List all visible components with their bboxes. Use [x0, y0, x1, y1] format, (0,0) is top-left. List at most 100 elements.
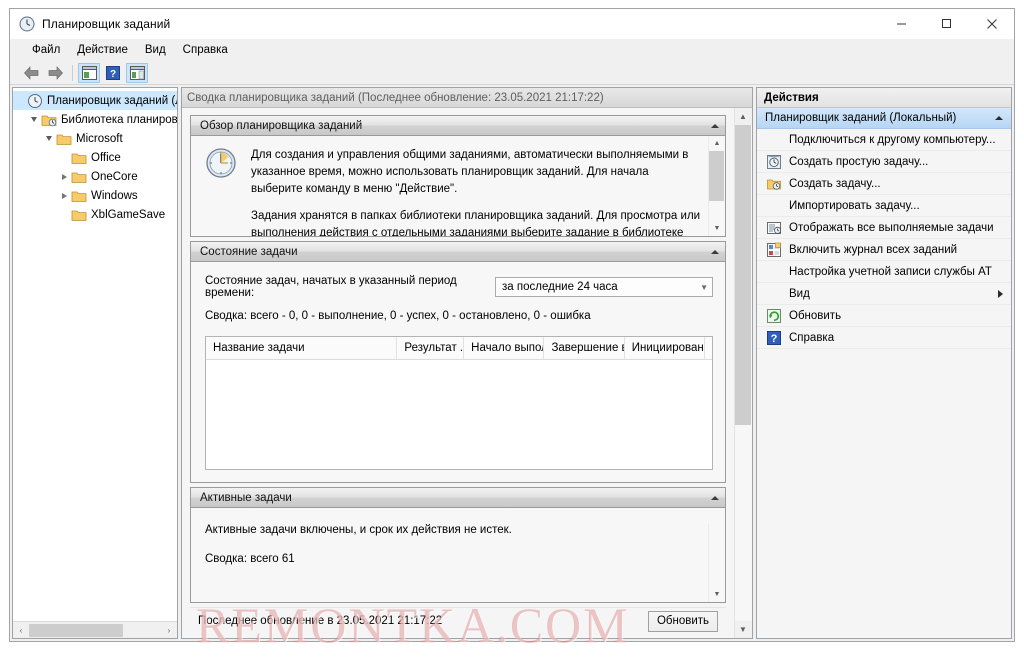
tree-expander-closed[interactable] — [57, 174, 71, 180]
active-tasks-scrollbar[interactable]: ▼ — [708, 524, 725, 602]
overview-scrollbar[interactable]: ▲ ▼ — [708, 136, 725, 236]
section-task-status-header[interactable]: Состояние задачи — [191, 242, 725, 262]
period-value: за последние 24 часа — [502, 281, 618, 293]
scroll-down-icon[interactable]: ▼ — [735, 621, 751, 638]
action-label: Включить журнал всех заданий — [789, 244, 957, 256]
column-header-spacer[interactable] — [705, 337, 712, 359]
scroll-down-icon[interactable]: ▼ — [709, 221, 725, 236]
section-overview-header[interactable]: Обзор планировщика заданий — [191, 116, 725, 136]
action-create-basic-task[interactable]: Создать простую задачу... — [757, 151, 1011, 173]
svg-text:?: ? — [110, 69, 116, 80]
main-pane-footer: Последнее обновление в 23.05.2021 21:17:… — [190, 607, 726, 634]
tree-item-label: Microsoft — [76, 133, 123, 145]
scroll-thumb[interactable] — [709, 151, 724, 201]
action-enable-all-tasks-history[interactable]: Включить журнал всех заданий — [757, 239, 1011, 261]
tree-expander-open[interactable] — [27, 117, 41, 122]
menu-view[interactable]: Вид — [137, 42, 175, 58]
console-tree-pane: Планировщик заданий (Лок Библиотека план… — [12, 87, 178, 639]
overview-paragraph-2: Задания хранятся в папках библиотеки пла… — [251, 208, 702, 236]
back-icon[interactable] — [20, 63, 42, 83]
section-title: Обзор планировщика заданий — [200, 120, 362, 132]
scroll-thumb[interactable] — [735, 125, 751, 425]
main-pane-content: Обзор планировщика заданий — [182, 108, 734, 638]
main-results-pane: Сводка планировщика заданий (Последнее о… — [181, 87, 753, 639]
column-header-start-time[interactable]: Начало выпол.. — [464, 337, 544, 359]
section-active-tasks-header[interactable]: Активные задачи — [191, 488, 725, 508]
scroll-up-icon[interactable]: ▲ — [709, 136, 725, 151]
chevron-up-icon[interactable] — [711, 124, 719, 128]
show-console-tree-icon[interactable] — [78, 63, 100, 83]
folder-icon — [71, 169, 87, 185]
column-header-end-time[interactable]: Завершение в.. — [544, 337, 624, 359]
folder-icon — [71, 207, 87, 223]
action-at-service-account-configuration[interactable]: Настройка учетной записи службы AT — [757, 261, 1011, 283]
task-scheduler-window: Планировщик заданий Файл Действие Вид Сп… — [9, 8, 1015, 642]
main-pane-scrollbar[interactable]: ▲ ▼ — [734, 108, 752, 638]
section-task-status: Состояние задачи Состояние задач, начаты… — [190, 241, 726, 483]
window-title: Планировщик заданий — [42, 17, 170, 31]
task-results-table[interactable]: Название задачи Результат .. Начало выпо… — [205, 336, 713, 470]
tree-expander-closed[interactable] — [57, 193, 71, 199]
scroll-thumb[interactable] — [29, 624, 123, 637]
clock-icon — [205, 147, 237, 179]
action-label: Создать задачу... — [789, 178, 881, 190]
tree-item-onecore[interactable]: OneCore — [13, 167, 177, 186]
tree-item-label: Библиотека планировщи — [61, 114, 177, 126]
scroll-up-icon[interactable]: ▲ — [735, 108, 751, 125]
scroll-track[interactable] — [709, 151, 725, 221]
tree-expander-open[interactable] — [42, 136, 56, 141]
action-view[interactable]: Вид — [757, 283, 1011, 305]
action-label: Импортировать задачу... — [789, 200, 920, 212]
refresh-button[interactable]: Обновить — [648, 611, 718, 632]
minimize-button[interactable] — [879, 9, 924, 38]
tree-item-microsoft[interactable]: Microsoft — [13, 129, 177, 148]
window-controls — [879, 9, 1014, 39]
menu-help[interactable]: Справка — [175, 42, 237, 58]
action-refresh[interactable]: Обновить — [757, 305, 1011, 327]
period-select[interactable]: за последние 24 часа ▼ — [495, 277, 713, 297]
show-action-pane-icon[interactable] — [126, 63, 148, 83]
toolbar: ? — [10, 61, 1014, 85]
section-overview: Обзор планировщика заданий — [190, 115, 726, 237]
tree-item-xblgamesave[interactable]: XblGameSave — [13, 205, 177, 224]
scroll-down-icon[interactable]: ▼ — [709, 587, 725, 602]
chevron-right-icon[interactable] — [998, 290, 1003, 298]
section-title: Активные задачи — [200, 492, 292, 504]
forward-icon[interactable] — [44, 63, 66, 83]
scroll-left-icon[interactable]: ‹ — [13, 623, 29, 638]
last-update-text: Последнее обновление в 23.05.2021 21:17:… — [198, 615, 442, 627]
tree-horizontal-scrollbar[interactable]: ‹ › — [13, 621, 177, 638]
tree-item-library[interactable]: Библиотека планировщи — [13, 110, 177, 129]
tree-item-office[interactable]: Office — [13, 148, 177, 167]
column-header-task-name[interactable]: Название задачи — [206, 337, 397, 359]
column-header-triggered-by[interactable]: Инициировано — [625, 337, 705, 359]
close-button[interactable] — [969, 9, 1014, 38]
action-display-all-running-tasks[interactable]: Отображать все выполняемые задачи — [757, 217, 1011, 239]
action-connect-to-another-computer[interactable]: Подключиться к другому компьютеру... — [757, 129, 1011, 151]
chevron-up-icon[interactable] — [995, 116, 1003, 120]
scroll-right-icon[interactable]: › — [161, 623, 177, 638]
chevron-up-icon[interactable] — [711, 250, 719, 254]
scroll-track[interactable] — [709, 524, 725, 587]
menu-file[interactable]: Файл — [24, 42, 69, 58]
maximize-button[interactable] — [924, 9, 969, 38]
tree-item-windows[interactable]: Windows — [13, 186, 177, 205]
scroll-track[interactable] — [29, 623, 161, 638]
tree-item-scheduler-root[interactable]: Планировщик заданий (Лок — [13, 91, 177, 110]
menu-action[interactable]: Действие — [69, 42, 137, 58]
scroll-track[interactable] — [735, 125, 752, 621]
action-create-task[interactable]: Создать задачу... — [757, 173, 1011, 195]
section-active-tasks: Активные задачи Активные задачи включены… — [190, 487, 726, 603]
action-label: Справка — [789, 332, 834, 344]
chevron-up-icon[interactable] — [711, 496, 719, 500]
actions-pane-title: Действия — [757, 88, 1011, 108]
action-help[interactable]: ? Справка — [757, 327, 1011, 349]
action-label: Подключиться к другому компьютеру... — [789, 134, 996, 146]
column-header-result[interactable]: Результат .. — [397, 337, 464, 359]
actions-group-header[interactable]: Планировщик заданий (Локальный) — [757, 108, 1011, 129]
action-import-task[interactable]: Импортировать задачу... — [757, 195, 1011, 217]
blank-icon — [766, 132, 782, 148]
help-icon[interactable]: ? — [102, 63, 124, 83]
table-header-row: Название задачи Результат .. Начало выпо… — [206, 337, 712, 360]
chevron-down-icon[interactable]: ▼ — [700, 283, 708, 292]
